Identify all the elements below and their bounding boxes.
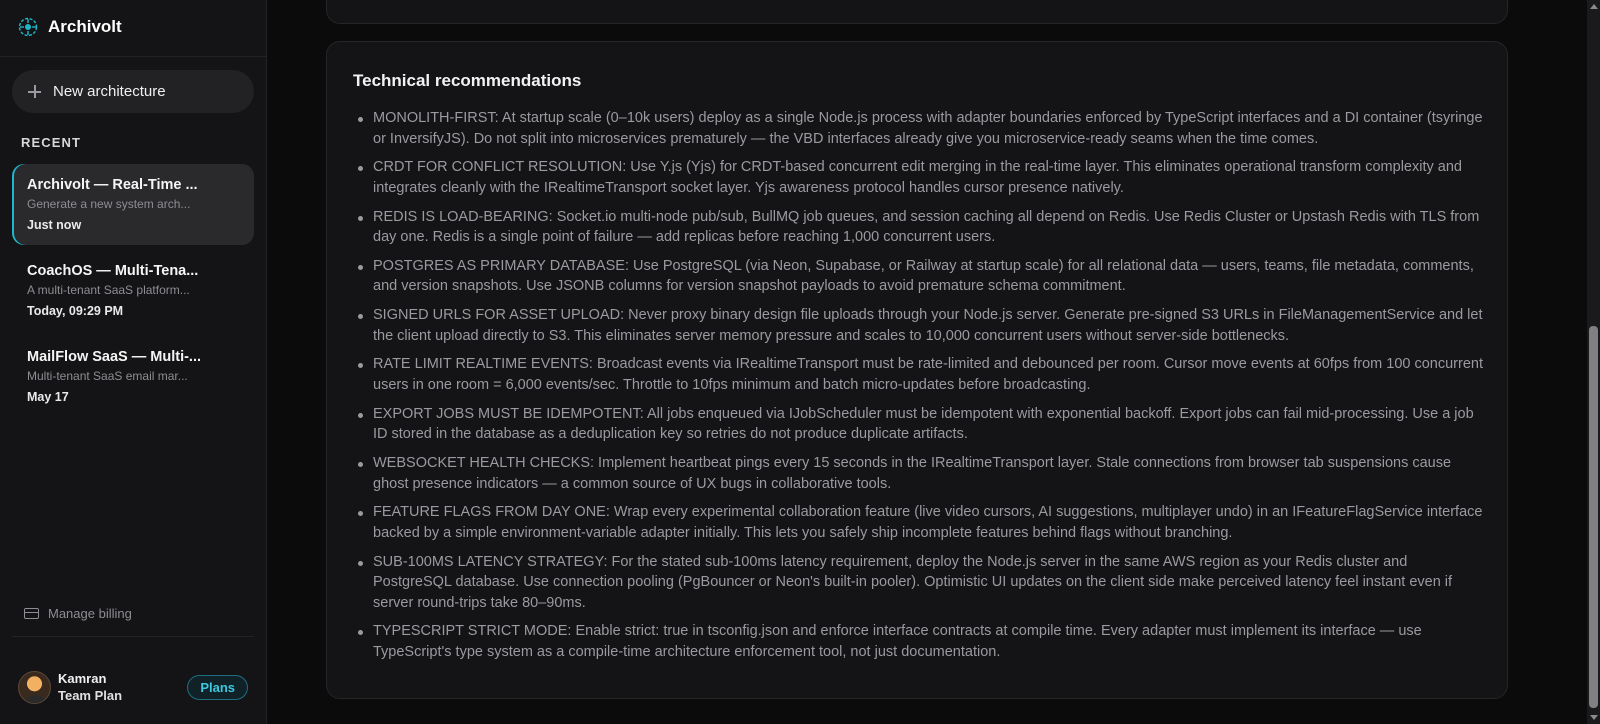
recent-item-time: Today, 09:29 PM [27, 304, 124, 318]
recent-item-title: Archivolt — Real-Time ... [27, 177, 198, 193]
plans-button[interactable]: Plans [187, 674, 248, 700]
recent-item-title: MailFlow SaaS — Multi-... [27, 349, 202, 365]
new-architecture-label: New architecture [53, 83, 166, 100]
section-title: Technical recommendations [353, 71, 582, 90]
previous-section-card [326, 0, 1508, 24]
user-name: Kamran [58, 671, 107, 686]
avatar[interactable] [18, 670, 51, 704]
sidebar: Archivolt New architecture RECENT Archiv… [0, 0, 267, 724]
scrollbar-thumb[interactable] [1589, 326, 1598, 708]
new-architecture-button[interactable]: New architecture [12, 70, 254, 113]
list-item: CRDT FOR CONFLICT RESOLUTION: Use Y.js (… [353, 157, 1488, 198]
divider [0, 56, 266, 57]
technical-recommendations-card: Technical recommendations MONOLITH-FIRST… [326, 41, 1508, 699]
recent-item-coachos[interactable]: CoachOS — Multi-Tena... A multi-tenant S… [12, 250, 254, 331]
credit-card-icon [24, 608, 39, 619]
recent-item-title: CoachOS — Multi-Tena... [27, 263, 199, 279]
manage-billing-label: Manage billing [48, 606, 132, 621]
main-content: Technical recommendations MONOLITH-FIRST… [267, 0, 1587, 724]
recent-item-description: Multi-tenant SaaS email mar... [27, 369, 188, 383]
recent-item-mailflow[interactable]: MailFlow SaaS — Multi-... Multi-tenant S… [12, 336, 254, 417]
archivolt-logo-icon [18, 17, 38, 37]
scroll-up-arrow-icon[interactable] [1590, 4, 1598, 9]
list-item: SUB-100MS LATENCY STRATEGY: For the stat… [353, 552, 1488, 614]
recent-heading: RECENT [21, 135, 82, 150]
recent-item-archivolt[interactable]: Archivolt — Real-Time ... Generate a new… [12, 164, 254, 245]
recommendations-list: MONOLITH-FIRST: At startup scale (0–10k … [353, 108, 1488, 671]
list-item: TYPESCRIPT STRICT MODE: Enable strict: t… [353, 621, 1488, 662]
list-item: WEBSOCKET HEALTH CHECKS: Implement heart… [353, 453, 1488, 494]
brand-name: Archivolt [48, 17, 122, 36]
divider [12, 636, 254, 637]
list-item: FEATURE FLAGS FROM DAY ONE: Wrap every e… [353, 502, 1488, 543]
recent-item-time: May 17 [27, 390, 69, 404]
recent-item-description: A multi-tenant SaaS platform... [27, 283, 190, 297]
recent-item-description: Generate a new system arch... [27, 197, 191, 211]
scroll-down-arrow-icon[interactable] [1590, 715, 1598, 720]
user-plan: Team Plan [58, 688, 123, 703]
user-info: Kamran Team Plan [58, 670, 122, 704]
scrollbar[interactable] [1587, 0, 1600, 724]
plus-icon [28, 85, 41, 98]
recent-item-time: Just now [27, 218, 82, 232]
user-profile: Kamran Team Plan Plans [18, 669, 248, 705]
list-item: RATE LIMIT REALTIME EVENTS: Broadcast ev… [353, 354, 1488, 395]
list-item: REDIS IS LOAD-BEARING: Socket.io multi-n… [353, 207, 1488, 248]
manage-billing-link[interactable]: Manage billing [24, 606, 132, 621]
brand[interactable]: Archivolt [18, 16, 122, 38]
list-item: EXPORT JOBS MUST BE IDEMPOTENT: All jobs… [353, 404, 1488, 445]
list-item: SIGNED URLS FOR ASSET UPLOAD: Never prox… [353, 305, 1488, 346]
list-item: POSTGRES AS PRIMARY DATABASE: Use Postgr… [353, 256, 1488, 297]
list-item: MONOLITH-FIRST: At startup scale (0–10k … [353, 108, 1488, 149]
